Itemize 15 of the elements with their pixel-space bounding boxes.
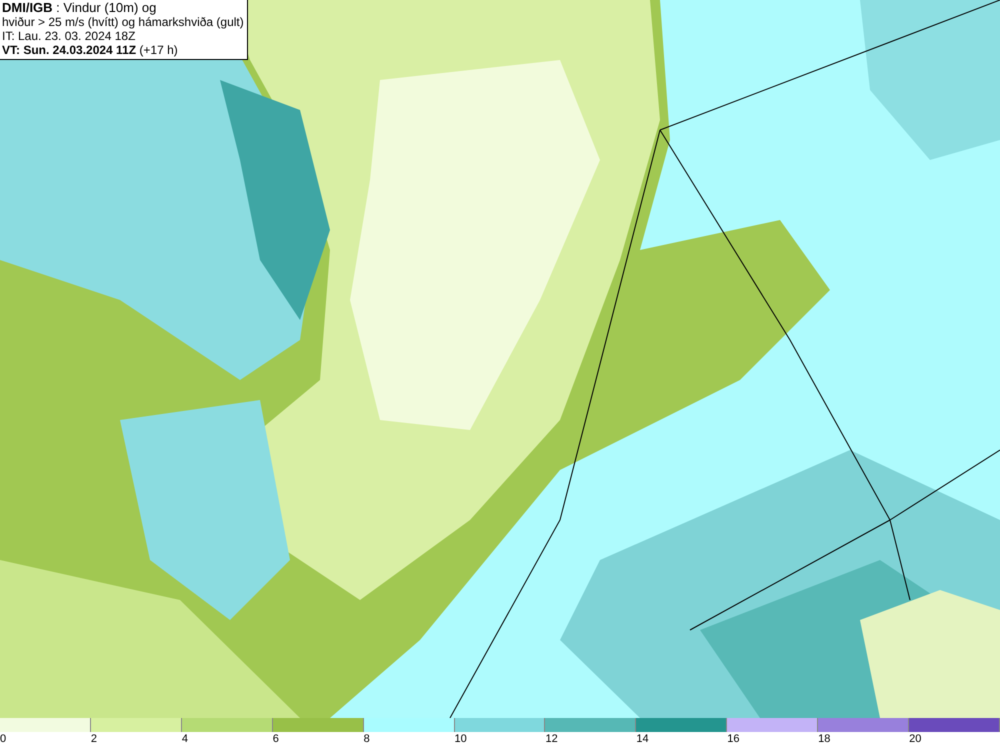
legend-tick-label: 0 — [0, 732, 6, 747]
legend-tick-label: 4 — [182, 732, 188, 747]
caption-line: hviður > 25 m/s (hvítt) og hámarkshviða (gult) — [2, 15, 244, 29]
legend-tick-label: 18 — [818, 732, 830, 747]
caption-line: VT: Sun. 24.03.2024 11Z (+17 h) — [2, 43, 179, 57]
caption-line: DMI/IGB : Vindur (10m) og — [2, 1, 158, 15]
legend-tick-label: 8 — [364, 732, 370, 747]
legend-tick-label: 14 — [636, 732, 649, 747]
caption-line: IT: Lau. 23. 03. 2024 18Z — [2, 29, 136, 43]
legend-tick-label: 12 — [545, 732, 558, 747]
legend-tick-label: 2 — [90, 732, 98, 747]
legend-tick-label: 6 — [272, 732, 279, 747]
legend-tick-label: 20 — [909, 732, 922, 747]
legend-tick-label: 16 — [727, 732, 740, 747]
legend-tick-label: 10 — [454, 732, 467, 747]
